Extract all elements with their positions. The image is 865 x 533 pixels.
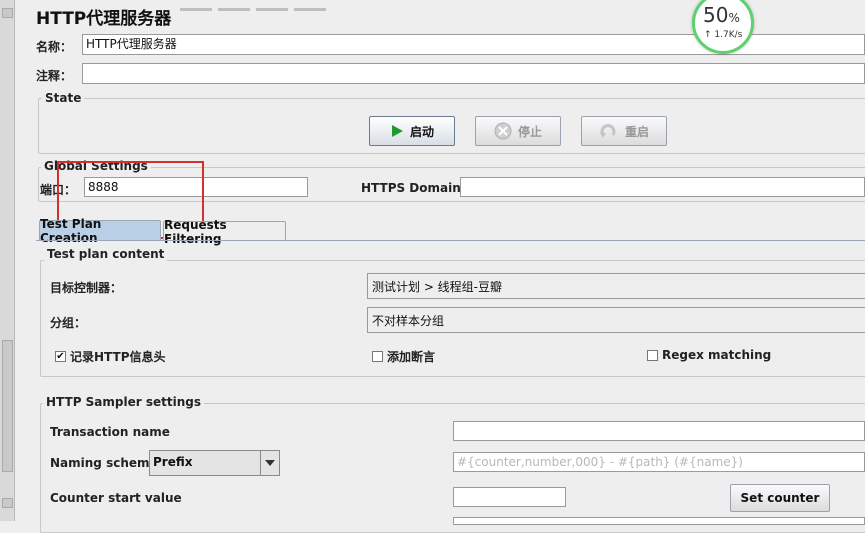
https-domains-label: HTTPS Domains: bbox=[361, 181, 473, 195]
chevron-down-icon[interactable] bbox=[260, 451, 279, 475]
restart-button-label: 重启 bbox=[624, 124, 649, 139]
naming-format-field[interactable]: #{counter,number,000} - #{path} (#{name}… bbox=[453, 452, 865, 472]
add-assertion-checkbox-row[interactable]: 添加断言 bbox=[372, 348, 435, 365]
scroll-down-arrow[interactable] bbox=[2, 498, 13, 508]
http-sampler-settings-legend: HTTP Sampler settings bbox=[43, 395, 204, 409]
set-counter-label: Set counter bbox=[740, 491, 820, 505]
restart-button[interactable]: 重启 bbox=[581, 116, 667, 146]
next-field-partial[interactable] bbox=[453, 517, 865, 525]
set-counter-button[interactable]: Set counter bbox=[730, 484, 830, 512]
badge-percent-value: 50 bbox=[703, 3, 729, 27]
stop-button-label: 停止 bbox=[517, 124, 542, 139]
add-assertion-checkbox[interactable] bbox=[372, 351, 383, 362]
record-headers-label: 记录HTTP信息头 bbox=[70, 350, 166, 364]
page-title: HTTP代理服务器 bbox=[36, 9, 172, 29]
badge-percent-sign: % bbox=[728, 11, 740, 25]
stop-icon bbox=[494, 122, 512, 140]
restart-icon bbox=[599, 124, 616, 138]
comment-field[interactable] bbox=[82, 63, 865, 84]
test-plan-content-legend: Test plan content bbox=[44, 247, 168, 261]
top-toolbar-remnant bbox=[180, 0, 420, 11]
start-button-label: 启动 bbox=[409, 124, 434, 139]
target-controller-label: 目标控制器： bbox=[50, 281, 123, 295]
counter-start-label: Counter start value bbox=[50, 491, 182, 505]
transaction-name-label: Transaction name bbox=[50, 425, 170, 439]
naming-scheme-label: Naming scheme bbox=[50, 456, 158, 470]
tab-requests-filtering[interactable]: Requests Filtering bbox=[163, 218, 286, 246]
https-domains-field[interactable] bbox=[460, 177, 865, 197]
naming-scheme-select[interactable]: Prefix bbox=[149, 450, 280, 476]
regex-matching-label: Regex matching bbox=[662, 348, 772, 362]
badge-percent: 50% bbox=[703, 3, 740, 27]
stop-button[interactable]: 停止 bbox=[475, 116, 561, 146]
left-panel-scrollbar[interactable] bbox=[0, 0, 15, 521]
tab-requests-filtering-label: Requests Filtering bbox=[164, 217, 227, 246]
record-headers-checkbox-row[interactable]: ✔ 记录HTTP信息头 bbox=[55, 348, 166, 365]
naming-scheme-value: Prefix bbox=[153, 455, 193, 469]
badge-speed: ↑ 1.7K/s bbox=[704, 30, 743, 40]
name-label: 名称： bbox=[36, 40, 73, 54]
tab-test-plan-creation[interactable]: Test Plan Creation bbox=[39, 217, 161, 245]
counter-start-field[interactable] bbox=[453, 487, 566, 507]
regex-matching-checkbox[interactable] bbox=[647, 349, 658, 361]
transaction-name-field[interactable] bbox=[453, 421, 865, 441]
play-icon bbox=[391, 125, 403, 137]
start-button[interactable]: 启动 bbox=[369, 116, 455, 146]
add-assertion-label: 添加断言 bbox=[387, 350, 436, 364]
tab-underline bbox=[36, 240, 865, 241]
grouping-select[interactable]: 不对样本分组 bbox=[367, 307, 865, 333]
grouping-label: 分组： bbox=[50, 316, 87, 330]
regex-matching-checkbox-row[interactable]: Regex matching bbox=[647, 348, 771, 362]
record-headers-checkbox[interactable]: ✔ bbox=[55, 351, 66, 362]
scroll-up-arrow[interactable] bbox=[2, 8, 13, 18]
state-legend: State bbox=[42, 91, 85, 105]
target-controller-select[interactable]: 测试计划 > 线程组-豆瓣 bbox=[367, 273, 865, 299]
comment-label: 注释： bbox=[36, 69, 73, 83]
scroll-thumb[interactable] bbox=[2, 340, 13, 472]
